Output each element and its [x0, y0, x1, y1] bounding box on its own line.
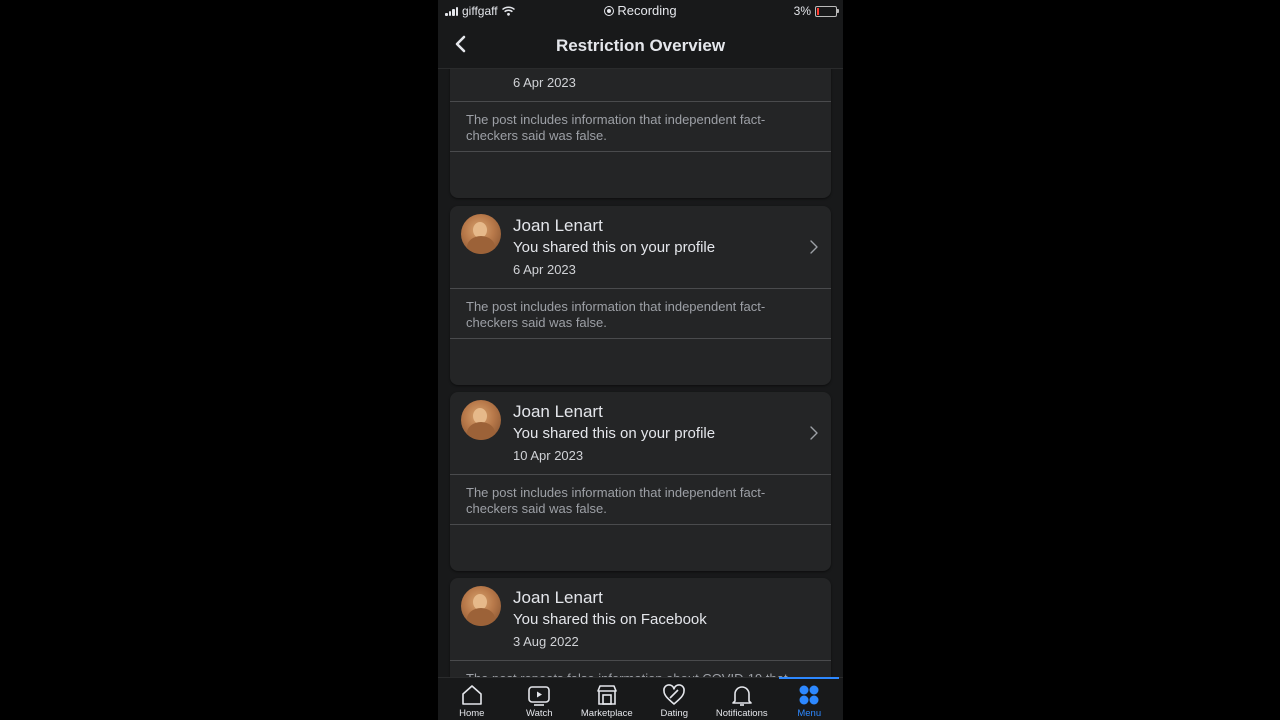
avatar — [461, 586, 501, 626]
chevron-right-icon[interactable] — [809, 425, 819, 441]
card-header[interactable]: Joan Lenart You shared this on your prof… — [450, 206, 831, 288]
card-header[interactable]: Joan Lenart You shared this on your prof… — [450, 392, 831, 474]
battery-icon — [815, 5, 839, 17]
restriction-card[interactable]: Joan Lenart You shared this on your prof… — [450, 206, 831, 385]
dating-icon — [663, 684, 686, 705]
post-date: 6 Apr 2023 — [513, 262, 576, 277]
card-header[interactable]: Joan Lenart You shared this on Facebook … — [450, 578, 831, 660]
author-name: Joan Lenart — [513, 588, 603, 607]
post-date: 6 Apr 2023 — [513, 75, 576, 90]
home-icon — [461, 685, 482, 705]
card-footer — [450, 339, 831, 385]
tab-watch[interactable]: Watch — [506, 678, 574, 720]
page-title: Restriction Overview — [555, 36, 726, 55]
recording-label: Recording — [617, 3, 677, 18]
post-date: 3 Aug 2022 — [513, 634, 579, 649]
post-date: 10 Apr 2023 — [513, 448, 584, 463]
bell-icon — [731, 686, 752, 706]
share-action: You shared this on your profile — [513, 239, 716, 256]
tab-marketplace[interactable]: Marketplace — [573, 678, 641, 720]
avatar — [461, 400, 501, 440]
tab-label: Marketplace — [580, 708, 633, 719]
tab-bar: Home Watch Marketplace Dating Notificati… — [438, 677, 843, 720]
card-header[interactable]: 6 Apr 2023 — [450, 69, 831, 101]
tab-dating[interactable]: Dating — [641, 678, 709, 720]
restriction-reason: The post includes information that indep… — [466, 299, 766, 330]
card-footer — [450, 152, 831, 198]
battery-percent: 3% — [793, 4, 811, 18]
restriction-list[interactable]: 6 Apr 2023 The post includes information… — [438, 69, 843, 677]
restriction-reason: The post repeats false information about… — [450, 661, 831, 677]
share-action: You shared this on Facebook — [513, 611, 707, 628]
restriction-card[interactable]: Joan Lenart You shared this on Facebook … — [450, 578, 831, 677]
tab-menu[interactable]: Menu — [776, 678, 844, 720]
restriction-reason: The post includes information that indep… — [466, 112, 766, 143]
tab-label: Home — [459, 708, 485, 719]
card-footer — [450, 525, 831, 571]
author-name: Joan Lenart — [513, 216, 603, 235]
tab-notifications[interactable]: Notifications — [708, 678, 776, 720]
chevron-right-icon[interactable] — [809, 239, 819, 255]
tab-home[interactable]: Home — [438, 678, 506, 720]
phone-screen: giffgaff Recording 3% Restriction Overvi… — [438, 0, 843, 720]
share-action: You shared this on your profile — [513, 425, 716, 442]
tab-label: Dating — [660, 708, 688, 719]
watch-icon — [528, 686, 551, 706]
author-name: Joan Lenart — [513, 402, 603, 421]
marketplace-icon — [596, 685, 617, 705]
record-icon — [604, 6, 615, 16]
restriction-card[interactable]: 6 Apr 2023 The post includes information… — [450, 69, 831, 198]
status-right: 3% — [793, 4, 839, 18]
restriction-reason: The post includes information that indep… — [466, 485, 766, 516]
restriction-card[interactable]: Joan Lenart You shared this on your prof… — [450, 392, 831, 571]
status-bar: giffgaff Recording 3% — [438, 0, 843, 22]
nav-header: Restriction Overview — [438, 22, 843, 69]
menu-icon — [799, 685, 819, 705]
tab-label: Notifications — [715, 708, 768, 719]
tab-label: Menu — [797, 708, 822, 719]
avatar — [461, 214, 501, 254]
tab-label: Watch — [525, 708, 553, 719]
recording-indicator: Recording — [438, 3, 843, 18]
